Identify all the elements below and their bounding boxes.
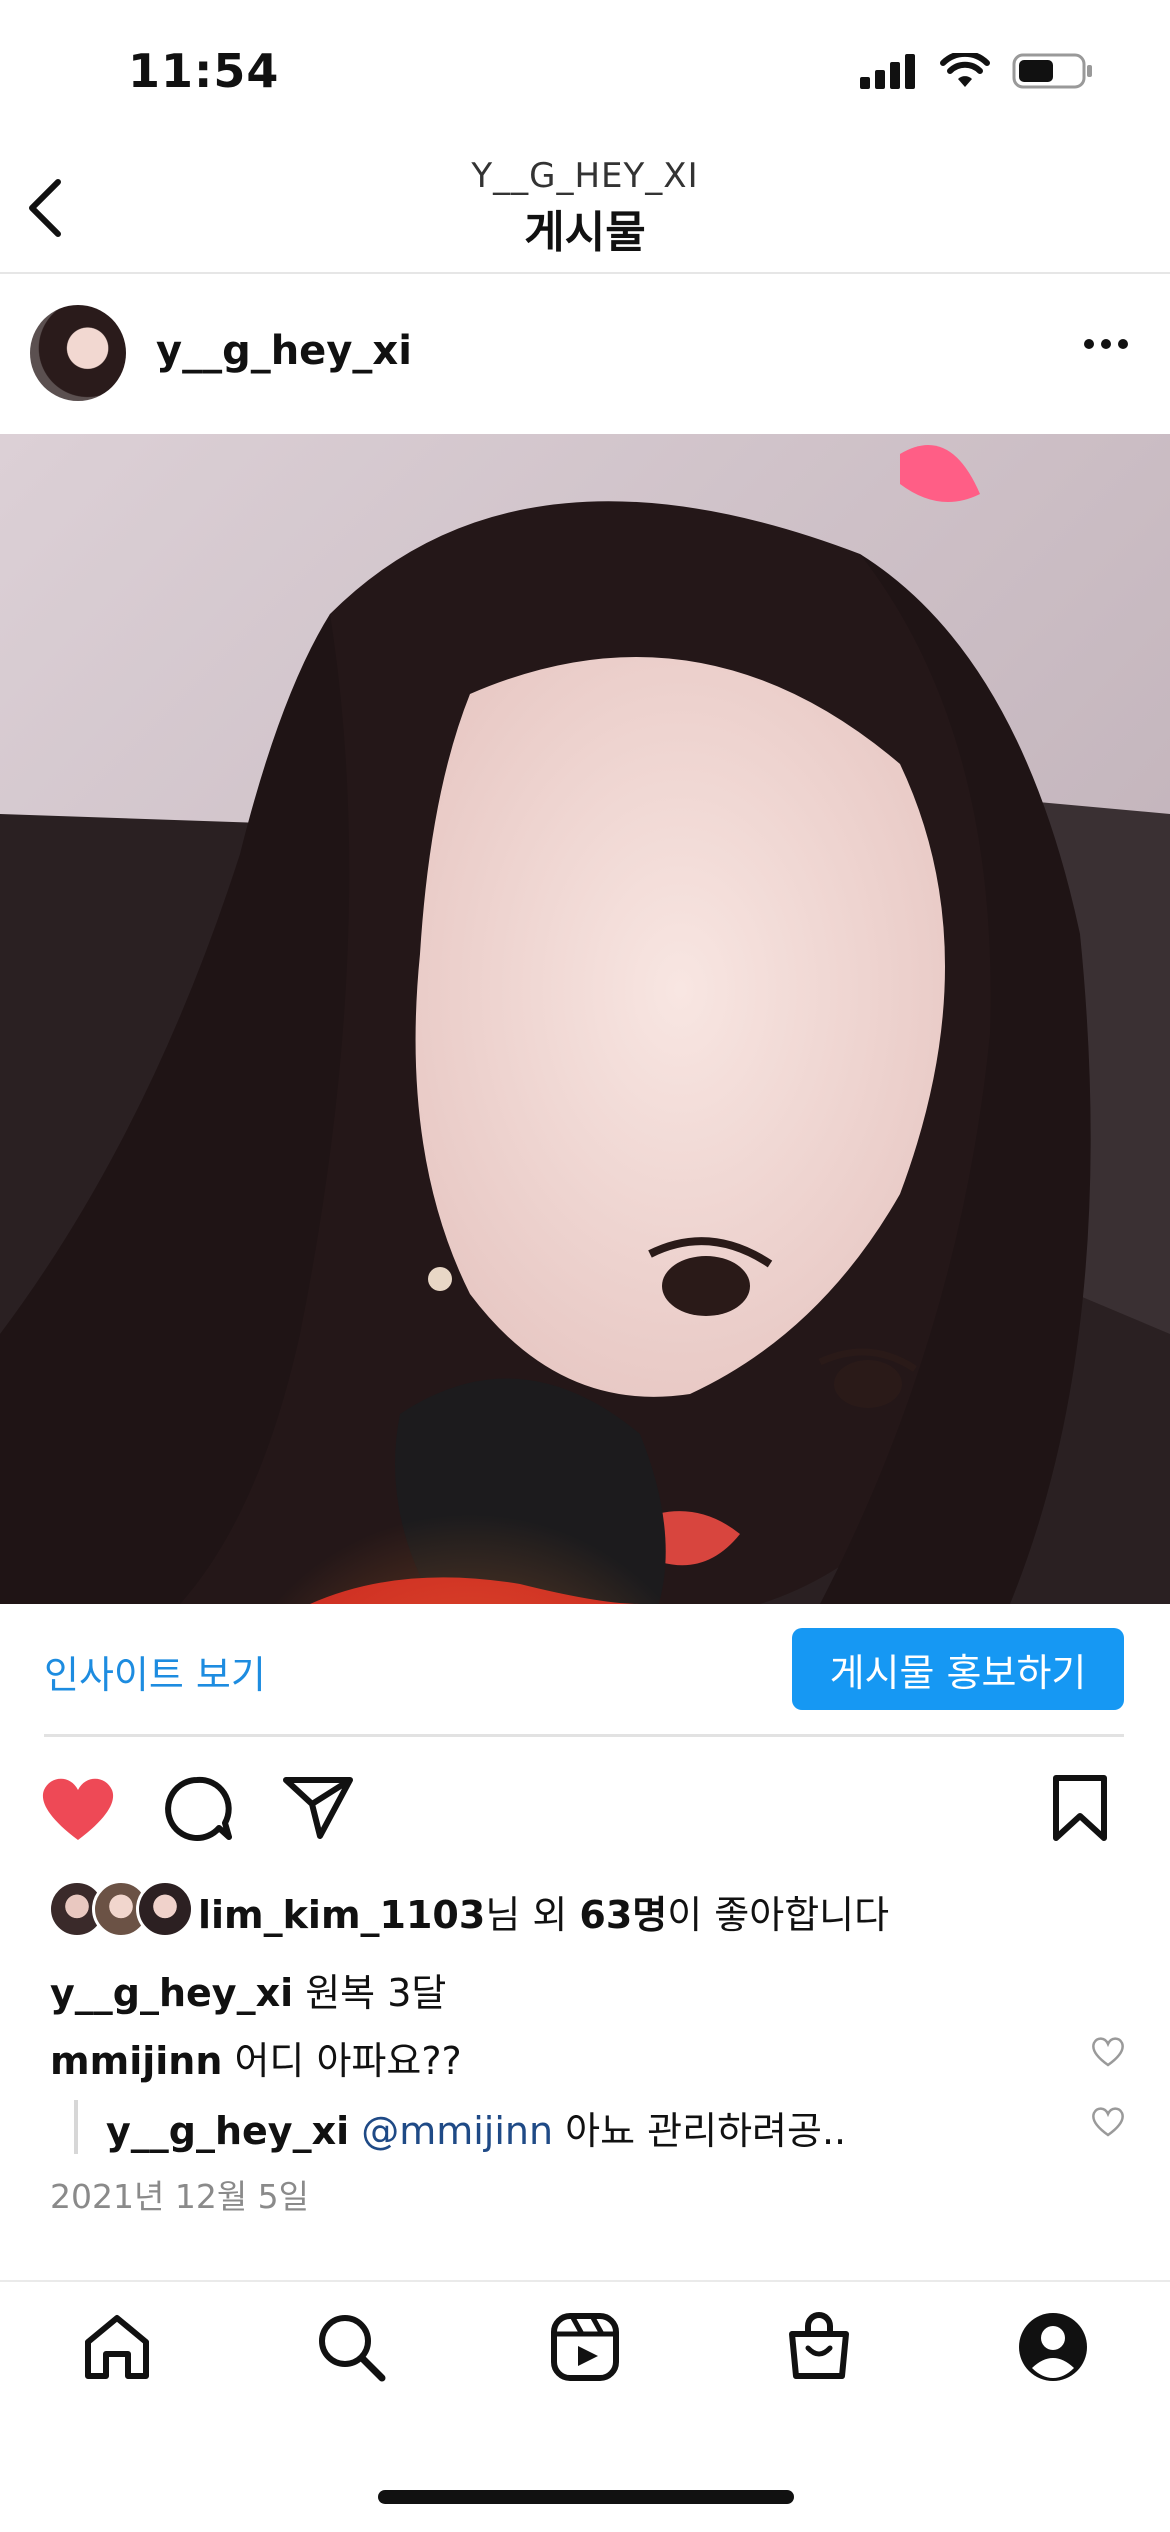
send-icon <box>283 1777 353 1839</box>
page-title: 게시물 <box>524 207 646 258</box>
share-button[interactable] <box>282 1774 354 1844</box>
post-photo[interactable] <box>0 434 1170 1604</box>
save-button[interactable] <box>1050 1774 1110 1846</box>
battery-icon <box>1012 53 1092 89</box>
reels-icon <box>551 2313 619 2381</box>
nav-reels[interactable] <box>548 2310 622 2388</box>
bottom-nav <box>0 2310 1170 2388</box>
like-button[interactable] <box>40 1774 116 1848</box>
reply-text: 아뇨 관리하려공.. <box>553 2109 847 2153</box>
likes-count[interactable]: 63명 <box>579 1893 667 1937</box>
reply-username[interactable]: y__g_hey_xi <box>106 2109 349 2153</box>
insights-divider <box>44 1734 1124 1737</box>
status-time: 11:54 <box>128 44 280 98</box>
status-icons <box>858 52 1094 90</box>
comment-button[interactable] <box>162 1774 232 1848</box>
header-subtitle: Y__G_HEY_XI <box>471 156 699 196</box>
portrait-image <box>0 434 1170 1604</box>
caption-text: 원복 3달 <box>293 1971 447 2015</box>
comment-item: mmijinn 어디 아파요?? <box>50 2030 462 2085</box>
home-indicator[interactable] <box>378 2490 794 2504</box>
home-icon <box>85 2315 149 2379</box>
reply-item: y__g_hey_xi @mmijinn 아뇨 관리하려공.. <box>106 2100 846 2155</box>
wifi-icon <box>940 53 990 87</box>
heart-outline-icon <box>1092 2107 1124 2137</box>
liker-avatar <box>136 1880 194 1938</box>
likes-suffix-1: 님 외 <box>485 1893 580 1937</box>
shop-icon <box>789 2312 849 2379</box>
heart-filled-icon <box>42 1778 114 1840</box>
profile-icon <box>1019 2313 1087 2381</box>
caption: y__g_hey_xi 원복 3달 <box>50 1962 446 2017</box>
more-options-button[interactable] <box>1082 336 1130 355</box>
comment-text: 어디 아파요?? <box>222 2039 462 2083</box>
reply-indent-bar <box>74 2100 78 2154</box>
likes-suffix-2: 이 좋아합니다 <box>667 1893 890 1937</box>
bookmark-icon <box>1053 1775 1107 1841</box>
more-icon <box>1084 339 1128 349</box>
post-date: 2021년 12월 5일 <box>50 2177 310 2216</box>
nav-profile[interactable] <box>1016 2310 1090 2388</box>
liker-avatars[interactable] <box>48 1880 194 1938</box>
nav-shop[interactable] <box>782 2310 856 2388</box>
comment-like-button[interactable] <box>1090 2036 1126 2072</box>
header-divider <box>0 272 1170 274</box>
signal-icon <box>860 54 915 89</box>
promote-post-button[interactable]: 게시물 홍보하기 <box>792 1628 1124 1710</box>
comment-username[interactable]: mmijinn <box>50 2039 222 2083</box>
nav-search[interactable] <box>314 2310 388 2388</box>
nav-divider <box>0 2280 1170 2282</box>
caption-username[interactable]: y__g_hey_xi <box>50 1971 293 2015</box>
post-username[interactable]: y__g_hey_xi <box>156 328 412 374</box>
heart-outline-icon <box>1092 2037 1124 2067</box>
comment-icon <box>165 1776 232 1841</box>
view-insights-link[interactable]: 인사이트 보기 <box>44 1644 266 1699</box>
liked-by-user[interactable]: lim_kim_1103 <box>198 1893 485 1937</box>
search-icon <box>319 2315 386 2382</box>
nav-home[interactable] <box>80 2310 154 2388</box>
reply-like-button[interactable] <box>1090 2106 1126 2142</box>
avatar[interactable] <box>30 305 126 401</box>
likes-summary[interactable]: lim_kim_1103님 외 63명이 좋아합니다 <box>198 1884 889 1939</box>
reply-mention[interactable]: @mmijinn <box>361 2109 553 2153</box>
